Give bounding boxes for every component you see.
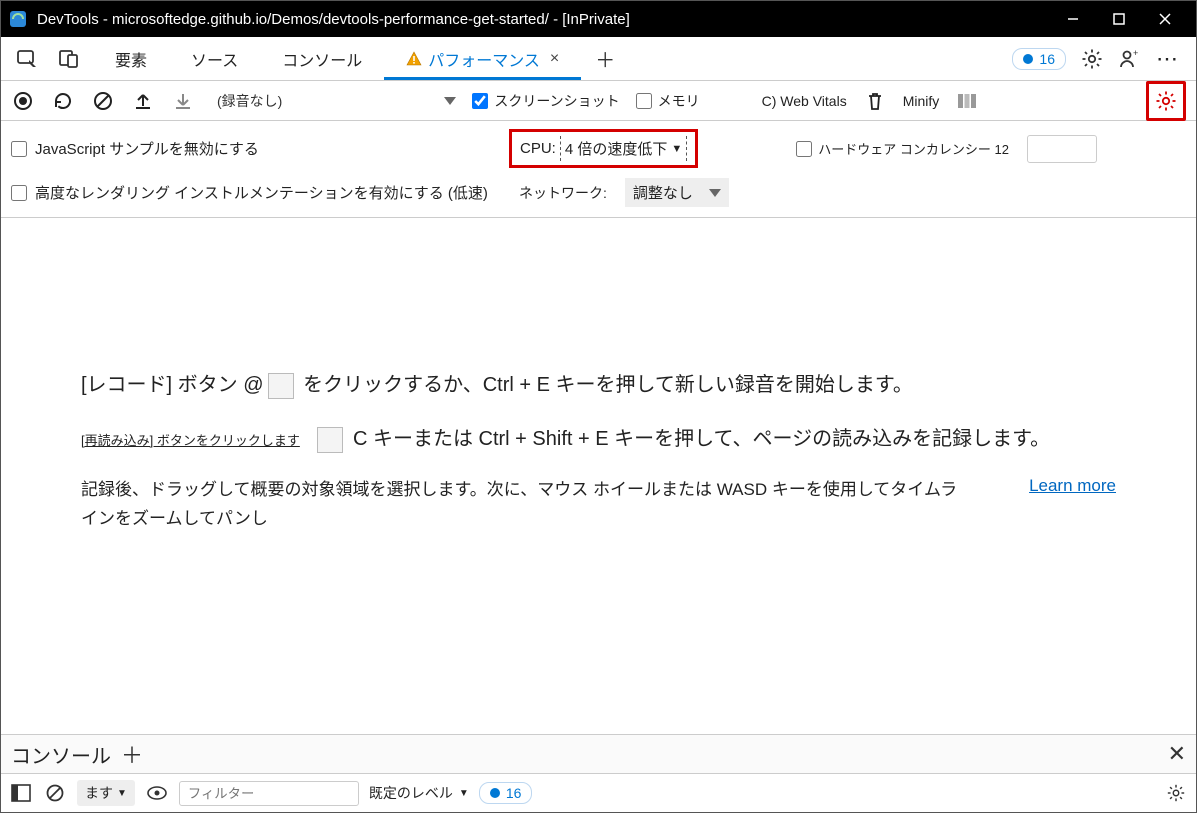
more-menu-icon[interactable]: ⋯ — [1156, 46, 1180, 72]
log-level-select[interactable]: 既定のレベル ▼ — [369, 783, 469, 803]
tab-sources[interactable]: ソース — [169, 37, 260, 80]
memory-checkbox-input[interactable] — [636, 93, 652, 109]
hw-concurrency-input[interactable] — [796, 141, 812, 157]
tab-performance-label: パフォーマンス — [428, 47, 540, 71]
trash-icon[interactable] — [863, 89, 887, 113]
hw-concurrency-value-input[interactable] — [1027, 135, 1097, 163]
hint-reload: [再読み込み] ボタンをクリックします C キーまたは Ctrl + Shift… — [81, 422, 1116, 456]
settings-gear-icon[interactable] — [1080, 47, 1104, 71]
svg-text:+: + — [1133, 48, 1138, 58]
new-tab-button[interactable]: ＋ — [581, 37, 629, 80]
recording-status: (録音なし) — [217, 91, 282, 111]
disable-js-samples-input[interactable] — [11, 141, 27, 157]
disable-js-samples-label: JavaScript サンプルを無効にする — [35, 138, 259, 159]
record-button[interactable] — [11, 89, 35, 113]
window-maximize-button[interactable] — [1096, 1, 1142, 37]
capture-options: JavaScript サンプルを無効にする CPU: 4 倍の速度低下 ▼ ハー… — [1, 121, 1196, 218]
record-icon-placeholder — [268, 373, 294, 399]
log-level-label: 既定のレベル — [369, 783, 453, 803]
advanced-rendering-input[interactable] — [11, 185, 27, 201]
cpu-throttling-select[interactable]: CPU: 4 倍の速度低下 ▼ — [509, 129, 698, 168]
cpu-label: CPU: — [520, 140, 556, 157]
hint-record: [レコード] ボタン @ をクリックするか、Ctrl + E キーを押して新しい… — [81, 368, 1116, 402]
window-titlebar: DevTools - microsoftedge.github.io/Demos… — [1, 1, 1196, 37]
drawer-title[interactable]: コンソール — [11, 740, 111, 769]
tab-console[interactable]: コンソール — [260, 37, 384, 80]
issues-pill[interactable]: 16 — [1012, 48, 1066, 70]
console-settings-icon[interactable] — [1164, 781, 1188, 805]
window-title: DevTools - microsoftedge.github.io/Demos… — [37, 11, 1050, 28]
account-icon[interactable]: + — [1118, 47, 1142, 71]
execution-context-select[interactable]: ます▼ — [77, 780, 135, 806]
hardware-concurrency-checkbox[interactable]: ハードウェア コンカレンシー 12 — [796, 139, 1009, 158]
performance-empty-panel: [レコード] ボタン @ をクリックするか、Ctrl + E キーを押して新しい… — [1, 218, 1196, 734]
hint-zoom: 記録後、ドラッグして概要の対象領域を選択します。次に、マウス ホイールまたは W… — [81, 476, 969, 534]
network-label: ネットワーク: — [519, 183, 607, 203]
inspect-element-icon[interactable] — [15, 47, 39, 71]
issue-count: 16 — [1039, 51, 1055, 67]
console-sidebar-toggle-icon[interactable] — [9, 781, 33, 805]
hint-reload-b: C キーまたは Ctrl + Shift + E キーを押して、ページの読み込み… — [353, 428, 1050, 450]
devtools-app-icon — [9, 10, 27, 28]
drawer-header: コンソール ＋ ✕ — [1, 734, 1196, 774]
console-filter-input[interactable] — [179, 781, 359, 806]
device-toggle-icon[interactable] — [57, 47, 81, 71]
capture-settings-button[interactable] — [1146, 81, 1186, 121]
minify-button[interactable]: Minify — [903, 93, 940, 109]
reload-icon-placeholder — [317, 427, 343, 453]
web-vitals-label[interactable]: C) Web Vitals — [762, 93, 847, 109]
advanced-rendering-label: 高度なレンダリング インストルメンテーションを有効にする (低速) — [35, 182, 488, 203]
related-origins-icon[interactable] — [955, 89, 979, 113]
disable-js-samples-checkbox[interactable]: JavaScript サンプルを無効にする — [11, 138, 491, 159]
cpu-value: 4 倍の速度低下 — [565, 138, 668, 159]
memory-label: メモリ — [658, 91, 700, 111]
advanced-rendering-checkbox[interactable]: 高度なレンダリング インストルメンテーションを有効にする (低速) — [11, 182, 491, 203]
console-toolbar: ます▼ 既定のレベル ▼ 16 — [1, 774, 1196, 812]
console-issues-pill[interactable]: 16 — [479, 782, 533, 804]
devtools-tabbar: 要素 ソース コンソール パフォーマンス × ＋ 16 + ⋯ — [1, 37, 1196, 81]
hint-reload-small: [再読み込み] ボタンをクリックします — [81, 433, 300, 448]
hint-record-b: をクリックするか、Ctrl + E キーを押して新しい録音を開始します。 — [298, 374, 913, 396]
network-throttling-select[interactable]: 調整なし — [625, 178, 729, 207]
window-close-button[interactable] — [1142, 1, 1188, 37]
recording-dropdown-icon[interactable] — [444, 97, 456, 105]
issue-dot-icon — [490, 788, 500, 798]
tab-performance[interactable]: パフォーマンス × — [384, 37, 581, 80]
drawer-close-button[interactable]: ✕ — [1168, 741, 1186, 767]
window-minimize-button[interactable] — [1050, 1, 1096, 37]
download-icon[interactable] — [171, 89, 195, 113]
live-expression-icon[interactable] — [145, 781, 169, 805]
screenshot-label: スクリーンショット — [494, 91, 619, 111]
reload-record-button[interactable] — [51, 89, 75, 113]
drawer-add-tab-button[interactable]: ＋ — [121, 738, 143, 770]
warning-icon — [406, 51, 422, 67]
clear-button[interactable] — [91, 89, 115, 113]
close-tab-icon[interactable]: × — [550, 50, 559, 68]
console-clear-icon[interactable] — [43, 781, 67, 805]
upload-icon[interactable] — [131, 89, 155, 113]
issue-dot-icon — [1023, 54, 1033, 64]
screenshot-checkbox[interactable]: スクリーンショット — [472, 91, 619, 111]
tab-elements[interactable]: 要素 — [93, 37, 169, 80]
screenshot-checkbox-input[interactable] — [472, 93, 488, 109]
hint-record-a: [レコード] ボタン — [81, 374, 243, 396]
perf-toolbar: (録音なし) スクリーンショット メモリ C) Web Vitals Minif… — [1, 81, 1196, 121]
hw-concurrency-label: ハードウェア コンカレンシー 12 — [818, 139, 1009, 158]
chevron-down-icon — [709, 189, 721, 197]
context-label: ます — [85, 783, 113, 803]
memory-checkbox[interactable]: メモリ — [636, 91, 700, 111]
console-issue-count: 16 — [506, 785, 522, 801]
learn-more-link[interactable]: Learn more — [1029, 476, 1116, 496]
